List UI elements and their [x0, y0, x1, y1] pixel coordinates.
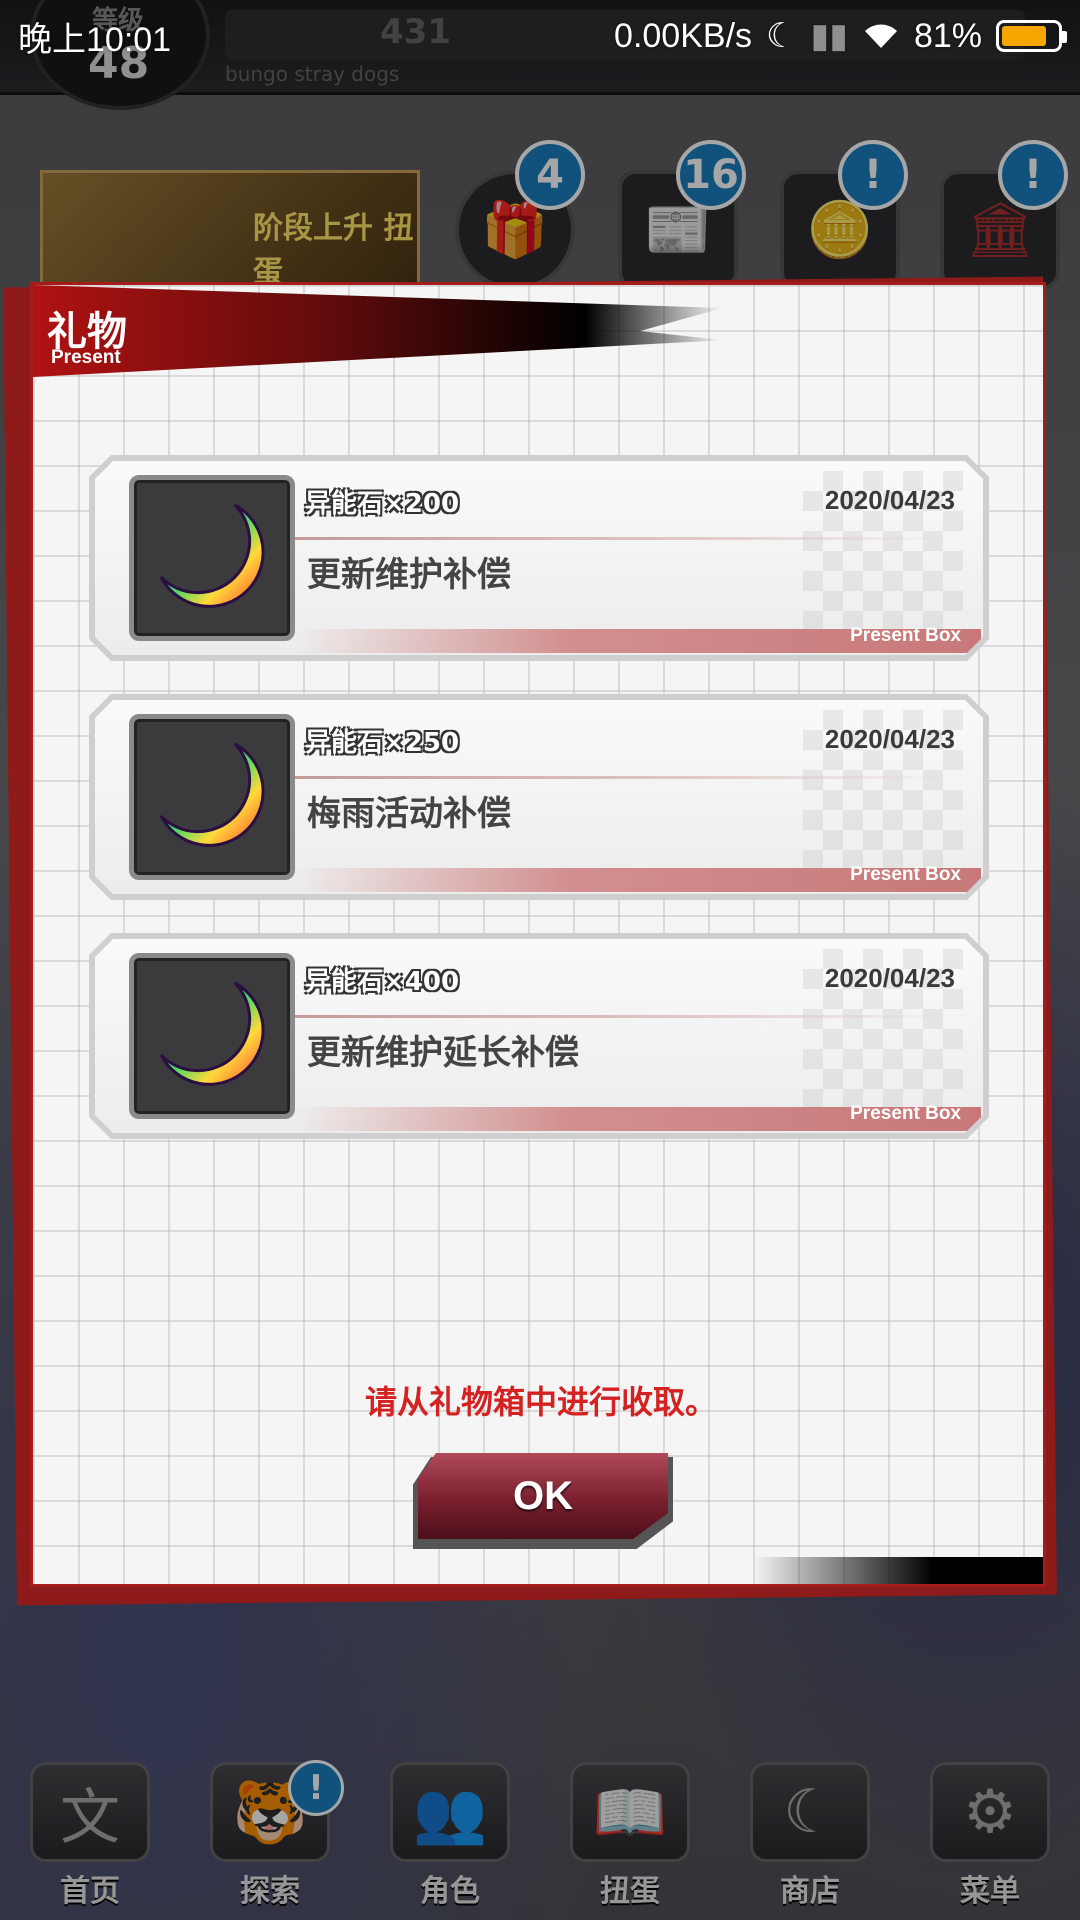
- present-item[interactable]: 异能石×250 2020/04/23 梅雨活动补偿 Present Box: [89, 694, 989, 900]
- present-item[interactable]: 异能石×400 2020/04/23 更新维护延长补偿 Present Box: [89, 933, 989, 1139]
- dialog-subtitle: Present: [51, 347, 121, 368]
- item-description: 梅雨活动补偿: [307, 794, 511, 834]
- item-name: 异能石×400: [305, 967, 460, 997]
- signal-icon: ▮▮: [810, 17, 848, 55]
- ok-button[interactable]: OK: [418, 1453, 668, 1539]
- item-divider: [295, 776, 955, 779]
- crescent-gem-icon: [159, 981, 265, 1086]
- item-footer-text: Present Box: [850, 1103, 961, 1124]
- notice-text: 请从礼物箱中进行收取。: [364, 1383, 717, 1421]
- crescent-gem-icon: [159, 503, 265, 608]
- battery-fill: [1002, 26, 1046, 46]
- status-right: 0.00KB/s ☾ ▮▮ 81%: [614, 16, 1067, 56]
- item-footer-text: Present Box: [850, 625, 961, 646]
- present-item[interactable]: 异能石×200 2020/04/23 更新维护补偿 Present Box: [89, 455, 989, 661]
- item-icon-frame: [129, 714, 295, 880]
- battery-icon: [996, 20, 1067, 52]
- item-divider: [295, 537, 955, 540]
- item-description: 更新维护补偿: [307, 555, 511, 595]
- present-dialog: 礼物 Present 异能石×200 2020/04/23 更新维护补偿 Pre…: [30, 282, 1046, 1587]
- item-date: 2020/04/23: [824, 485, 955, 515]
- status-bar: 晚上10:01 0.00KB/s ☾ ▮▮ 81%: [0, 0, 1080, 72]
- moon-icon: ☾: [766, 17, 797, 55]
- wifi-icon: [864, 24, 897, 48]
- item-description: 更新维护延长补偿: [307, 1033, 579, 1073]
- battery-percent: 81%: [913, 16, 982, 55]
- item-date: 2020/04/23: [824, 724, 955, 754]
- network-speed: 0.00KB/s: [614, 16, 753, 55]
- item-name: 异能石×250: [305, 728, 460, 758]
- dialog-brush-stroke: [753, 1557, 1043, 1584]
- crescent-gem-icon: [159, 742, 265, 847]
- item-date: 2020/04/23: [824, 963, 955, 993]
- status-time: 晚上10:01: [18, 20, 172, 59]
- item-name: 异能石×200: [305, 489, 460, 519]
- item-footer-text: Present Box: [850, 864, 961, 885]
- item-icon-frame: [129, 475, 295, 641]
- item-divider: [295, 1015, 955, 1018]
- item-icon-frame: [129, 953, 295, 1119]
- dialog-header: [33, 285, 723, 377]
